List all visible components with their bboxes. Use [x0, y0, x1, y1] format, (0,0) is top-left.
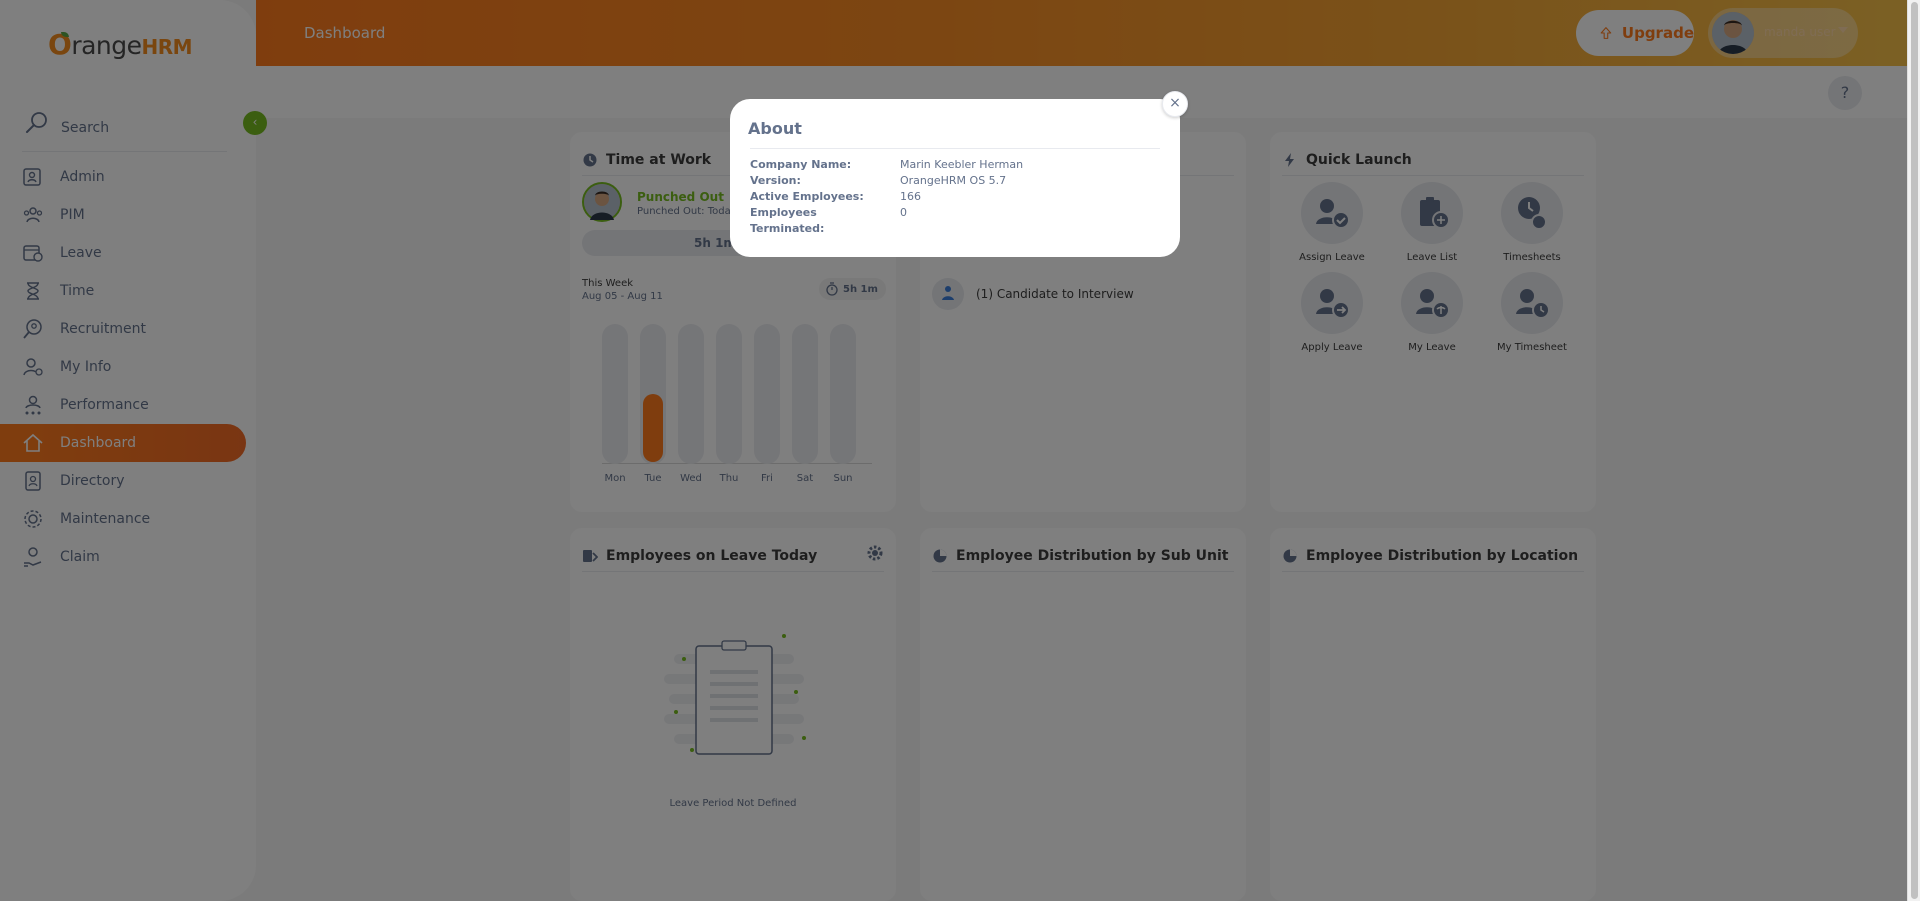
about-key: Version:: [750, 174, 801, 187]
about-value: Marin Keebler Herman: [900, 158, 1024, 171]
about-row-terminated: Employees Terminated: 0: [750, 205, 907, 237]
about-row-company: Company Name: Marin Keebler Herman: [750, 157, 1023, 173]
dialog-title: About: [748, 119, 802, 138]
about-key-text: Employees Terminated:: [750, 206, 825, 235]
dialog-divider: [750, 148, 1160, 149]
page-scrollbar[interactable]: [1907, 0, 1920, 901]
about-key: Active Employees:: [750, 190, 864, 203]
scrollbar-thumb[interactable]: [1911, 2, 1918, 899]
about-key: Employees Terminated:: [750, 205, 900, 237]
about-value: OrangeHRM OS 5.7: [900, 174, 1007, 187]
about-value: 0: [900, 206, 907, 219]
about-value: 166: [900, 190, 921, 203]
about-row-version: Version: OrangeHRM OS 5.7: [750, 173, 1006, 189]
about-key: Company Name:: [750, 158, 852, 171]
about-dialog: About × Company Name: Marin Keebler Herm…: [730, 91, 1188, 257]
about-row-active-employees: Active Employees: 166: [750, 189, 921, 205]
close-button[interactable]: ×: [1162, 91, 1188, 117]
